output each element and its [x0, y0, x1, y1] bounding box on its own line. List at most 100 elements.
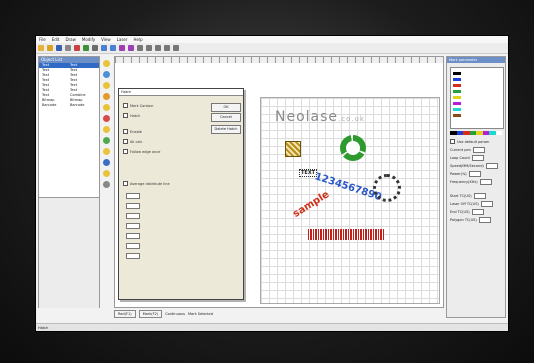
canvas-logo[interactable]: Neolase.co.uk: [275, 109, 365, 125]
color-palette[interactable]: [450, 131, 502, 135]
param-label: Current pen: [450, 148, 471, 152]
param-input[interactable]: [473, 193, 486, 199]
main-toolbar: [36, 43, 508, 54]
menu-help[interactable]: Help: [134, 37, 143, 42]
option-enable[interactable]: Enable: [123, 129, 142, 134]
continuous-check[interactable]: Continuous: [165, 312, 185, 316]
polygon-tool-icon[interactable]: [102, 126, 110, 133]
work-area-grid[interactable]: [260, 97, 440, 304]
object-row[interactable]: Barcode Barcode: [39, 103, 99, 108]
checkbox[interactable]: [123, 113, 128, 118]
rectangle-tool-icon[interactable]: [102, 115, 110, 122]
drawing-toolbar: [101, 58, 111, 248]
option-label: Average distribute line: [130, 181, 170, 186]
zoom-select-icon[interactable]: [146, 45, 152, 51]
paste-icon[interactable]: [92, 45, 98, 51]
cut-icon[interactable]: [74, 45, 80, 51]
new-file-icon[interactable]: [38, 45, 44, 51]
param-label: End TC(US): [450, 210, 470, 214]
zoom-all-icon[interactable]: [164, 45, 170, 51]
param-input[interactable]: [478, 217, 491, 223]
undo-icon[interactable]: [101, 45, 107, 51]
recycle-symbol-object[interactable]: [340, 135, 366, 161]
checkbox[interactable]: [123, 149, 128, 154]
input-port-tool-icon[interactable]: [102, 181, 110, 188]
option-all-calc[interactable]: All calc: [123, 139, 142, 144]
dialog-title: Hatch: [119, 89, 243, 96]
copy-icon[interactable]: [83, 45, 89, 51]
param-input[interactable]: [126, 243, 140, 249]
param-label: Power(%): [450, 172, 467, 176]
menu-laser[interactable]: Laser: [117, 37, 128, 42]
pen-list[interactable]: [450, 67, 504, 129]
param-input[interactable]: [126, 233, 140, 239]
menu-edit[interactable]: Edit: [52, 37, 60, 42]
mark-selected-check[interactable]: Mark Selected: [188, 312, 213, 316]
option-label: Enable: [130, 129, 142, 134]
param-label: Laser Off TC(US): [450, 202, 479, 206]
timer-tool-icon[interactable]: [102, 170, 110, 177]
pen-swatch: [453, 102, 461, 105]
zoom-in-icon[interactable]: [119, 45, 125, 51]
param-label: Use default param: [457, 139, 490, 144]
field-row: [123, 253, 140, 259]
barcode-tool-icon[interactable]: [102, 159, 110, 166]
checkbox[interactable]: [123, 103, 128, 108]
checkbox[interactable]: [123, 139, 128, 144]
param-row[interactable]: Use default param: [450, 139, 489, 144]
param-input[interactable]: [126, 203, 140, 209]
zoom-fit-icon[interactable]: [137, 45, 143, 51]
object-list-panel: Object List Text Text Text Text Text Text T…: [38, 56, 100, 308]
datamatrix-object[interactable]: [285, 141, 301, 157]
param-input[interactable]: [471, 209, 484, 215]
zoom-page-icon[interactable]: [173, 45, 179, 51]
option-mark-contour[interactable]: Mark Contour: [123, 103, 154, 108]
horizontal-ruler: [115, 57, 443, 63]
checkbox[interactable]: [123, 181, 128, 186]
dotted-ring-object[interactable]: [373, 174, 401, 202]
print-icon[interactable]: [65, 45, 71, 51]
open-folder-icon[interactable]: [47, 45, 53, 51]
menu-file[interactable]: File: [39, 37, 46, 42]
option-hatch[interactable]: Hatch: [123, 113, 140, 118]
checkbox[interactable]: [450, 139, 455, 144]
option-follow-edge[interactable]: Follow edge once: [123, 149, 160, 154]
param-input[interactable]: [126, 223, 140, 229]
text-tool-icon[interactable]: [102, 137, 110, 144]
param-row: Power(%): [450, 171, 481, 177]
param-input[interactable]: [480, 201, 493, 207]
menu-modify[interactable]: Modify: [82, 37, 95, 42]
field-row: [123, 243, 140, 249]
menu-view[interactable]: View: [101, 37, 111, 42]
save-icon[interactable]: [56, 45, 62, 51]
param-input[interactable]: [126, 253, 140, 259]
circle-tool-icon[interactable]: [102, 104, 110, 111]
red-button[interactable]: Red(F1): [114, 310, 136, 318]
pen-swatch: [453, 90, 461, 93]
point-tool-icon[interactable]: [102, 82, 110, 89]
bitmap-tool-icon[interactable]: [102, 148, 110, 155]
delete-hatch-button[interactable]: Delete Hatch: [211, 125, 241, 134]
line-tool-icon[interactable]: [102, 93, 110, 100]
select-tool-icon[interactable]: [102, 60, 110, 67]
mark-button[interactable]: Mark(F2): [138, 310, 163, 318]
cancel-button[interactable]: Cancel: [211, 113, 241, 122]
param-input[interactable]: [471, 155, 484, 161]
param-input[interactable]: [479, 179, 492, 185]
redo-icon[interactable]: [110, 45, 116, 51]
param-label: Loop Count: [450, 156, 470, 160]
zoom-out-icon[interactable]: [128, 45, 134, 51]
barcode-object[interactable]: [308, 229, 384, 240]
param-input[interactable]: [468, 171, 481, 177]
curve-tool-icon[interactable]: [102, 71, 110, 78]
checkbox[interactable]: [123, 129, 128, 134]
option-average-distribute[interactable]: Average distribute line: [123, 181, 170, 186]
hatch-dialog: Hatch Mark Contour Hatch Enable All calc…: [118, 88, 244, 300]
menu-draw[interactable]: Draw: [65, 37, 75, 42]
ok-button[interactable]: OK: [211, 103, 241, 112]
param-input[interactable]: [485, 163, 498, 169]
pan-icon[interactable]: [155, 45, 161, 51]
param-input[interactable]: [472, 147, 485, 153]
param-input[interactable]: [126, 213, 140, 219]
param-input[interactable]: [126, 193, 140, 199]
